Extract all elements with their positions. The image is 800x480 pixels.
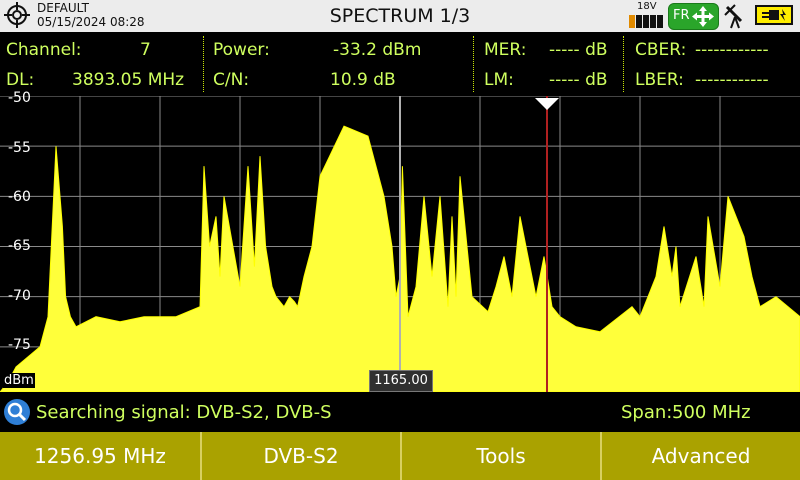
measurements-panel: Channel: 7 DL: 3893.05 MHz Power: -33.2 … (0, 32, 800, 96)
power-value: -33.2 dBm (333, 40, 422, 60)
satellite-dish-icon (724, 4, 743, 29)
frequency-softkey[interactable]: 1256.95 MHz (0, 432, 200, 480)
move-arrows-icon (692, 6, 714, 27)
cber-value: ------------ (695, 40, 769, 60)
cn-label: C/N: (213, 70, 250, 90)
mer-value: ----- dB (549, 40, 608, 60)
title-bar: DEFAULT 05/15/2024 08:28 SPECTRUM 1/3 18… (0, 0, 800, 32)
separator (623, 36, 624, 92)
cber-label: CBER: (635, 40, 687, 60)
tools-softkey[interactable]: Tools (400, 432, 600, 480)
standard-softkey[interactable]: DVB-S2 (200, 432, 400, 480)
spectrum-chart[interactable] (0, 96, 800, 392)
y-tick-label: -60 (8, 189, 31, 205)
lber-label: LBER: (635, 70, 684, 90)
lm-label: LM: (484, 70, 514, 90)
fr-button[interactable]: FR (668, 3, 719, 30)
span-value: 500 MHz (672, 402, 751, 423)
status-text: Searching signal: DVB-S2, DVB-S (36, 402, 332, 423)
separator (473, 36, 474, 92)
dl-label: DL: (6, 70, 35, 90)
dl-value: 3893.05 MHz (72, 70, 185, 90)
channel-marker-triangle (535, 98, 559, 110)
y-tick-label: -75 (8, 337, 31, 353)
signal-bars-icon (629, 15, 663, 28)
power-plug-icon (755, 5, 793, 25)
y-tick-label: -50 (8, 90, 31, 106)
y-tick-label: -55 (8, 140, 31, 156)
lber-value: ------------ (695, 70, 769, 90)
status-bar: Searching signal: DVB-S2, DVB-S Span: 50… (0, 396, 800, 430)
mer-label: MER: (484, 40, 527, 60)
cn-value: 10.9 dB (330, 70, 396, 90)
y-axis-unit: dBm (3, 373, 35, 388)
lnb-voltage: 18V (637, 1, 657, 12)
fr-label: FR (673, 8, 690, 23)
spectrum-plot[interactable]: -50 -55 -60 -65 -70 -75 (0, 91, 800, 392)
power-label: Power: (213, 40, 270, 60)
channel-value: 7 (140, 40, 151, 60)
y-tick-label: -70 (8, 288, 31, 304)
separator (203, 36, 204, 92)
softkey-bar: 1256.95 MHz DVB-S2 Tools Advanced (0, 432, 800, 480)
channel-label: Channel: (6, 40, 82, 60)
span-label: Span: (621, 402, 673, 423)
center-frequency-tag[interactable]: 1165.00 (369, 370, 433, 392)
lm-value: ----- dB (549, 70, 608, 90)
advanced-softkey[interactable]: Advanced (600, 432, 800, 480)
y-tick-label: -65 (8, 238, 31, 254)
search-icon (4, 399, 30, 425)
